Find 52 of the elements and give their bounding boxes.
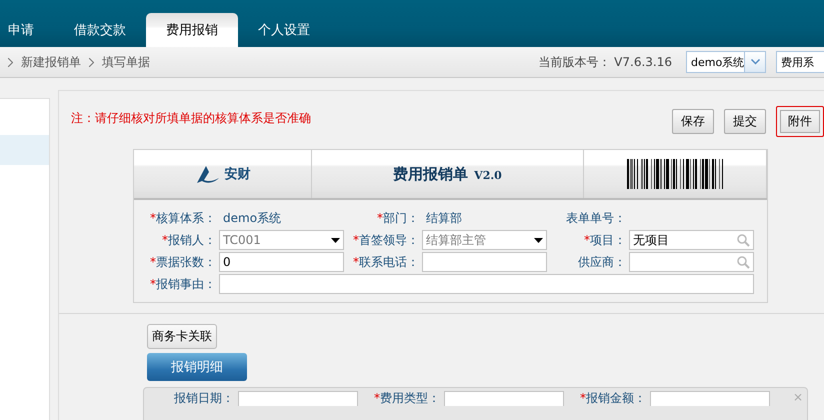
detail-label: *报销金额： [580, 391, 646, 405]
field-label: 供应商： [577, 254, 627, 270]
module-field[interactable]: 费用系 [776, 51, 824, 73]
caret-icon [534, 238, 543, 242]
input-field[interactable] [422, 252, 547, 272]
lookup-field[interactable] [629, 252, 754, 272]
action-button[interactable]: 保存 [672, 109, 714, 134]
form-title: 费用报销单 V2.0 [393, 164, 502, 184]
sidebar-highlight[interactable] [0, 135, 49, 165]
field-label: *部门： [376, 210, 420, 226]
detail-tab[interactable]: 报销明细 [147, 353, 247, 381]
breadcrumb-item[interactable]: 填写单据 [102, 54, 150, 70]
detail-label: 报销日期： [174, 391, 234, 405]
input-field[interactable] [238, 391, 358, 406]
nav-tab[interactable]: 费用报销 [146, 13, 238, 47]
nav-tab[interactable]: 个人设置 [238, 13, 330, 47]
nav-tab[interactable]: 借款交款 [54, 13, 146, 47]
select-field[interactable]: 结算部主管 [422, 230, 547, 250]
field-label: 表单单号： [565, 210, 627, 226]
action-button[interactable]: 附件 [776, 106, 824, 137]
breadcrumb-item[interactable]: 新建报销单 [21, 54, 81, 70]
select-field[interactable]: TC001 [219, 230, 344, 250]
action-button[interactable]: 提交 [724, 109, 766, 134]
card-link-button[interactable]: 商务卡关联 [147, 324, 217, 349]
notice-text: 注：请仔细核对所填单据的核算体系是否准确 [71, 110, 311, 127]
detail-label: *费用类型： [374, 391, 440, 405]
lookup-field[interactable]: 无项目 [629, 230, 754, 250]
input-field[interactable] [650, 391, 770, 406]
field-label: *联系电话： [352, 254, 420, 270]
field-label: *报销事由： [149, 276, 217, 292]
input-field[interactable]: 0 [219, 252, 344, 272]
field-value: demo系统 [222, 210, 282, 226]
search-icon [737, 234, 750, 246]
system-select[interactable]: demo系统 [686, 51, 766, 73]
field-label: *报销人： [161, 232, 217, 248]
barcode-icon [626, 159, 724, 189]
caret-icon [750, 59, 760, 65]
input-field[interactable] [219, 274, 754, 294]
field-value: 结算部 [425, 210, 463, 226]
logo-text: 安财 [224, 166, 250, 183]
field-label: *项目： [583, 232, 627, 248]
version-text: 当前版本号： V7.6.3.16 [538, 54, 672, 70]
caret-icon [331, 238, 340, 242]
search-icon [737, 256, 750, 268]
field-label: *票据张数： [149, 254, 217, 270]
logo-icon [194, 164, 220, 184]
field-label: *首签领导： [352, 232, 420, 248]
field-label: *核算体系： [149, 210, 217, 226]
chevron-icon [89, 58, 94, 66]
chevron-icon [8, 58, 13, 66]
nav-tab[interactable]: 申请 [0, 13, 42, 47]
input-field[interactable] [444, 391, 564, 406]
